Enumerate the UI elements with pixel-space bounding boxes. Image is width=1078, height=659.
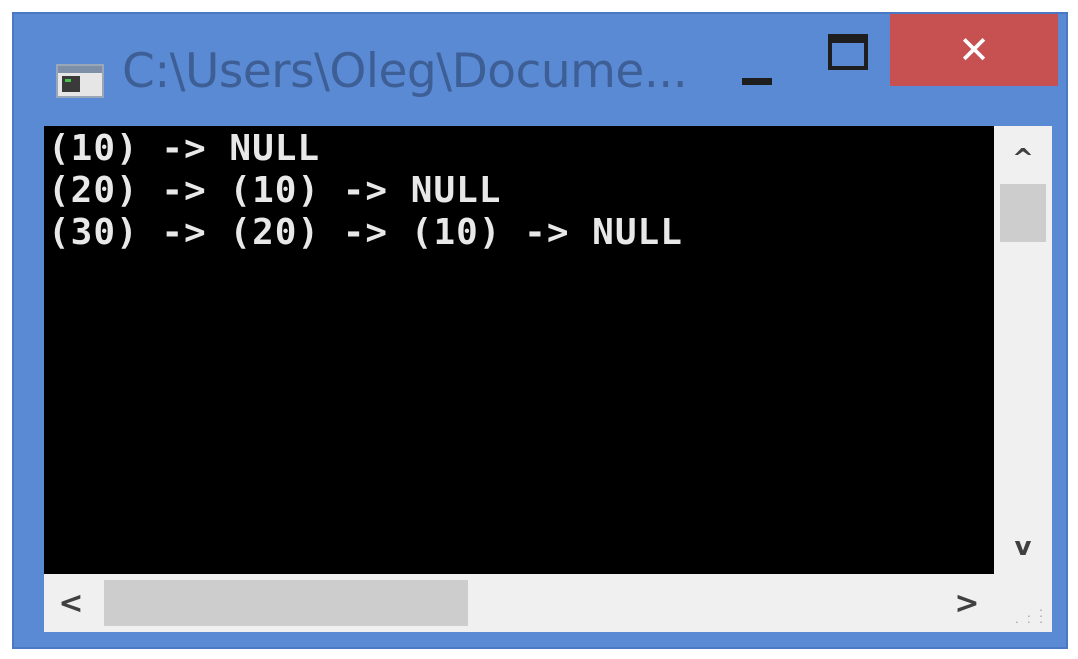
console-app-icon[interactable] (56, 64, 104, 98)
console-client-area: (10) -> NULL (20) -> (10) -> NULL (30) -… (44, 126, 1052, 632)
title-bar[interactable]: C:\Users\Oleg\Docume... ✕ (14, 14, 1066, 126)
maximize-icon (828, 34, 868, 70)
size-grip[interactable]: . . . . . . (994, 574, 1052, 632)
close-button[interactable]: ✕ (890, 14, 1058, 86)
console-line: (20) -> (10) -> NULL (48, 170, 502, 211)
console-line: (10) -> NULL (48, 128, 321, 169)
scroll-down-icon[interactable]: v (994, 522, 1052, 572)
console-window: C:\Users\Oleg\Docume... ✕ (10) -> NULL (… (12, 12, 1068, 649)
close-icon: ✕ (958, 28, 990, 72)
app-icon-screen (62, 76, 80, 92)
vertical-scroll-thumb[interactable] (1000, 184, 1046, 242)
scroll-up-icon[interactable]: ^ (994, 134, 1052, 184)
app-icon-bar (58, 66, 102, 73)
console-line: (30) -> (20) -> (10) -> NULL (48, 212, 683, 253)
minimize-button[interactable] (726, 36, 786, 96)
scroll-right-icon[interactable]: > (940, 574, 994, 632)
horizontal-scrollbar[interactable]: < > (44, 574, 994, 632)
scroll-left-icon[interactable]: < (44, 574, 98, 632)
vertical-scrollbar[interactable]: ^ v (994, 126, 1052, 574)
size-grip-icon: . . . . . . (1013, 603, 1044, 626)
window-title: C:\Users\Oleg\Docume... (122, 44, 688, 99)
maximize-button[interactable] (814, 22, 884, 92)
console-output[interactable]: (10) -> NULL (20) -> (10) -> NULL (30) -… (44, 126, 994, 574)
horizontal-scroll-thumb[interactable] (104, 580, 468, 626)
minimize-icon (742, 78, 772, 85)
